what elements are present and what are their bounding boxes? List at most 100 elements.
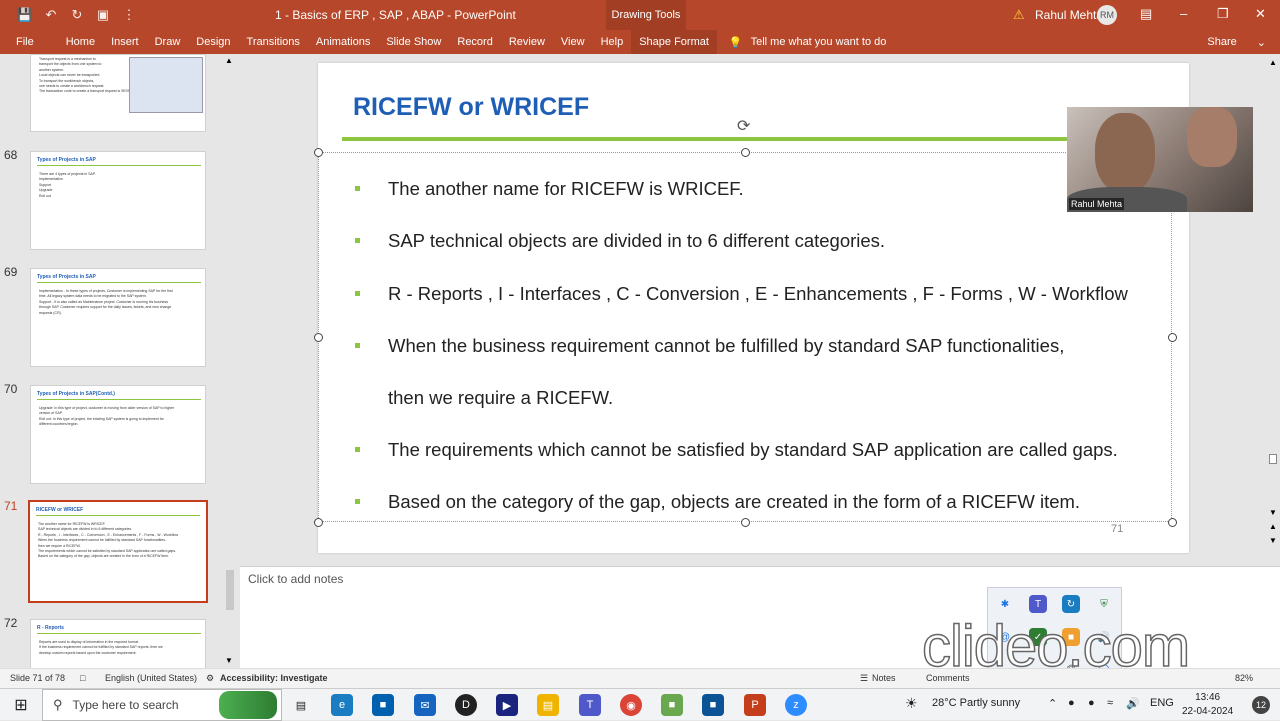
thumbnail-scrollbar[interactable]: ▲ ▼ bbox=[224, 56, 236, 668]
language-indicator[interactable]: English (United States) bbox=[105, 673, 197, 683]
taskbar-search[interactable]: ⚲ Type here to search bbox=[42, 689, 282, 721]
clock[interactable]: 13:46 22-04-2024 bbox=[1182, 691, 1233, 719]
undo-icon[interactable]: ↶ bbox=[40, 4, 62, 26]
dell-icon[interactable]: D bbox=[455, 694, 477, 716]
slide-canvas[interactable]: RICEFW or WRICEF ⟳ The another name for … bbox=[314, 63, 1189, 553]
slide-title[interactable]: RICEFW or WRICEF bbox=[353, 93, 589, 122]
slide-thumbnail-67[interactable]: Transport request is a mechanism to tran… bbox=[30, 54, 206, 132]
warning-icon[interactable]: ⚠ bbox=[1013, 7, 1025, 23]
resize-handle[interactable] bbox=[314, 518, 323, 527]
tell-me-text: Tell me what you want to do bbox=[750, 36, 887, 48]
accessibility-status[interactable]: Accessibility: Investigate bbox=[220, 673, 328, 683]
video-feed: Rahul Mehta bbox=[1067, 107, 1253, 212]
quick-access-toolbar: 💾 ↶ ↻ ▣ ⋮ bbox=[0, 4, 140, 26]
app-icon[interactable]: ■ bbox=[702, 694, 724, 716]
chrome-icon[interactable]: ◉ bbox=[620, 694, 642, 716]
tab-view[interactable]: View bbox=[553, 30, 593, 54]
notes-button[interactable]: Notes bbox=[872, 673, 896, 683]
comments-button[interactable]: Comments bbox=[926, 673, 970, 683]
tab-draw[interactable]: Draw bbox=[147, 30, 189, 54]
resize-handle[interactable] bbox=[314, 148, 323, 157]
tab-home[interactable]: Home bbox=[58, 30, 103, 54]
next-slide-icon[interactable]: ▼ bbox=[1269, 536, 1277, 545]
avatar[interactable]: RM bbox=[1097, 5, 1117, 25]
tab-animations[interactable]: Animations bbox=[308, 30, 378, 54]
speaker-icon[interactable]: 🔊 bbox=[1126, 697, 1140, 710]
tab-insert[interactable]: Insert bbox=[103, 30, 147, 54]
store-icon[interactable]: ■ bbox=[372, 694, 394, 716]
ribbon-expand-icon[interactable]: ⌄ bbox=[1257, 36, 1266, 49]
notification-badge[interactable]: 12 bbox=[1252, 696, 1270, 714]
save-icon[interactable]: 💾 bbox=[14, 4, 36, 26]
resize-handle[interactable] bbox=[741, 518, 750, 527]
resize-handle[interactable] bbox=[1168, 518, 1177, 527]
bullet-marker bbox=[355, 343, 360, 348]
edge-icon[interactable]: e bbox=[331, 694, 353, 716]
task-view-icon[interactable]: ▤ bbox=[290, 694, 312, 716]
user-name[interactable]: Rahul Mehta bbox=[1035, 8, 1103, 22]
customize-qat-icon[interactable]: ⋮ bbox=[118, 4, 140, 26]
resize-handle[interactable] bbox=[741, 148, 750, 157]
redo-icon[interactable]: ↻ bbox=[66, 4, 88, 26]
zoom-icon[interactable]: z bbox=[785, 694, 807, 716]
tab-slide-show[interactable]: Slide Show bbox=[378, 30, 449, 54]
wifi-icon[interactable]: ≈ bbox=[1107, 697, 1113, 709]
scroll-down-icon[interactable]: ▼ bbox=[1269, 508, 1277, 517]
tab-review[interactable]: Review bbox=[501, 30, 553, 54]
tab-help[interactable]: Help bbox=[593, 30, 632, 54]
slide-thumbnail-69[interactable]: Types of Projects in SAP Implementation … bbox=[30, 268, 206, 367]
bullet-text: Based on the category of the gap, object… bbox=[388, 491, 1081, 512]
teams-icon[interactable]: T bbox=[1029, 595, 1047, 613]
zoom-level[interactable]: 82% bbox=[1235, 673, 1253, 683]
slide-thumbnail-70[interactable]: Types of Projects in SAP(Contd.) Upgrade… bbox=[30, 385, 206, 484]
network-icon[interactable]: ● bbox=[1068, 697, 1075, 709]
bullet-marker bbox=[355, 238, 360, 243]
sync-icon[interactable]: ↻ bbox=[1062, 595, 1080, 613]
minimize-icon[interactable]: – bbox=[1180, 6, 1187, 21]
present-icon[interactable]: ▣ bbox=[92, 4, 114, 26]
windows-start-icon[interactable]: ⊞ bbox=[10, 694, 32, 716]
thumbnail-title: Types of Projects in SAP bbox=[37, 157, 96, 163]
shield-icon[interactable]: ⛨ bbox=[1095, 595, 1113, 613]
search-placeholder: Type here to search bbox=[72, 698, 179, 712]
mic-icon[interactable]: ● bbox=[1088, 697, 1095, 709]
teams-icon[interactable]: T bbox=[579, 694, 601, 716]
scroll-down-icon[interactable]: ▼ bbox=[225, 656, 233, 665]
scrollbar-thumb[interactable] bbox=[1269, 454, 1277, 464]
mail-icon[interactable]: ✉ bbox=[414, 694, 436, 716]
slide-thumbnail-68[interactable]: Types of Projects in SAP There are 4 typ… bbox=[30, 151, 206, 250]
tab-transitions[interactable]: Transitions bbox=[239, 30, 308, 54]
share-button[interactable]: Share bbox=[1207, 36, 1236, 48]
weather-text[interactable]: 28°C Partly sunny bbox=[932, 697, 1020, 709]
bullet-text: R - Reports , I - Interfaces , C - Conve… bbox=[388, 283, 1128, 304]
resize-handle[interactable] bbox=[1168, 333, 1177, 342]
app-icon[interactable]: ■ bbox=[661, 694, 683, 716]
slide-thumbnail-71-selected[interactable]: RICEFW or WRICEF The another name for RI… bbox=[28, 500, 208, 603]
spellcheck-icon[interactable]: □ bbox=[80, 673, 85, 683]
previous-slide-icon[interactable]: ▲ bbox=[1269, 522, 1277, 531]
scroll-up-icon[interactable]: ▲ bbox=[1269, 58, 1277, 67]
tab-file[interactable]: File bbox=[0, 30, 58, 54]
close-icon[interactable]: ✕ bbox=[1255, 6, 1266, 22]
weather-icon[interactable]: ☀ bbox=[905, 695, 918, 712]
tab-shape-format[interactable]: Shape Format bbox=[631, 30, 717, 54]
scrollbar-thumb[interactable] bbox=[226, 570, 234, 610]
tell-me-box[interactable]: 💡 Tell me what you want to do bbox=[717, 36, 886, 49]
rotate-handle-icon[interactable]: ⟳ bbox=[737, 116, 750, 136]
resize-handle[interactable] bbox=[314, 333, 323, 342]
bluetooth-icon[interactable]: ✱ bbox=[996, 595, 1014, 613]
bullet-text: then we require a RICEFW. bbox=[388, 387, 614, 408]
tab-design[interactable]: Design bbox=[188, 30, 238, 54]
slide-count: Slide 71 of 78 bbox=[10, 673, 66, 683]
editor-scrollbar[interactable]: ▲ ▼ ▲ ▼ bbox=[1266, 54, 1280, 562]
file-explorer-icon[interactable]: ▤ bbox=[537, 694, 559, 716]
ribbon-display-icon[interactable]: ▤ bbox=[1140, 6, 1152, 22]
chevron-up-icon[interactable]: ⌃ bbox=[1048, 697, 1057, 710]
slide-thumbnail-72[interactable]: R - Reports Reports are used to display … bbox=[30, 619, 206, 668]
maximize-icon[interactable]: ❐ bbox=[1217, 6, 1229, 22]
powerpoint-icon[interactable]: P bbox=[744, 694, 766, 716]
language-indicator[interactable]: ENG bbox=[1150, 697, 1174, 709]
tab-record[interactable]: Record bbox=[449, 30, 500, 54]
app-icon[interactable]: ▶ bbox=[496, 694, 518, 716]
scroll-up-icon[interactable]: ▲ bbox=[225, 56, 233, 65]
